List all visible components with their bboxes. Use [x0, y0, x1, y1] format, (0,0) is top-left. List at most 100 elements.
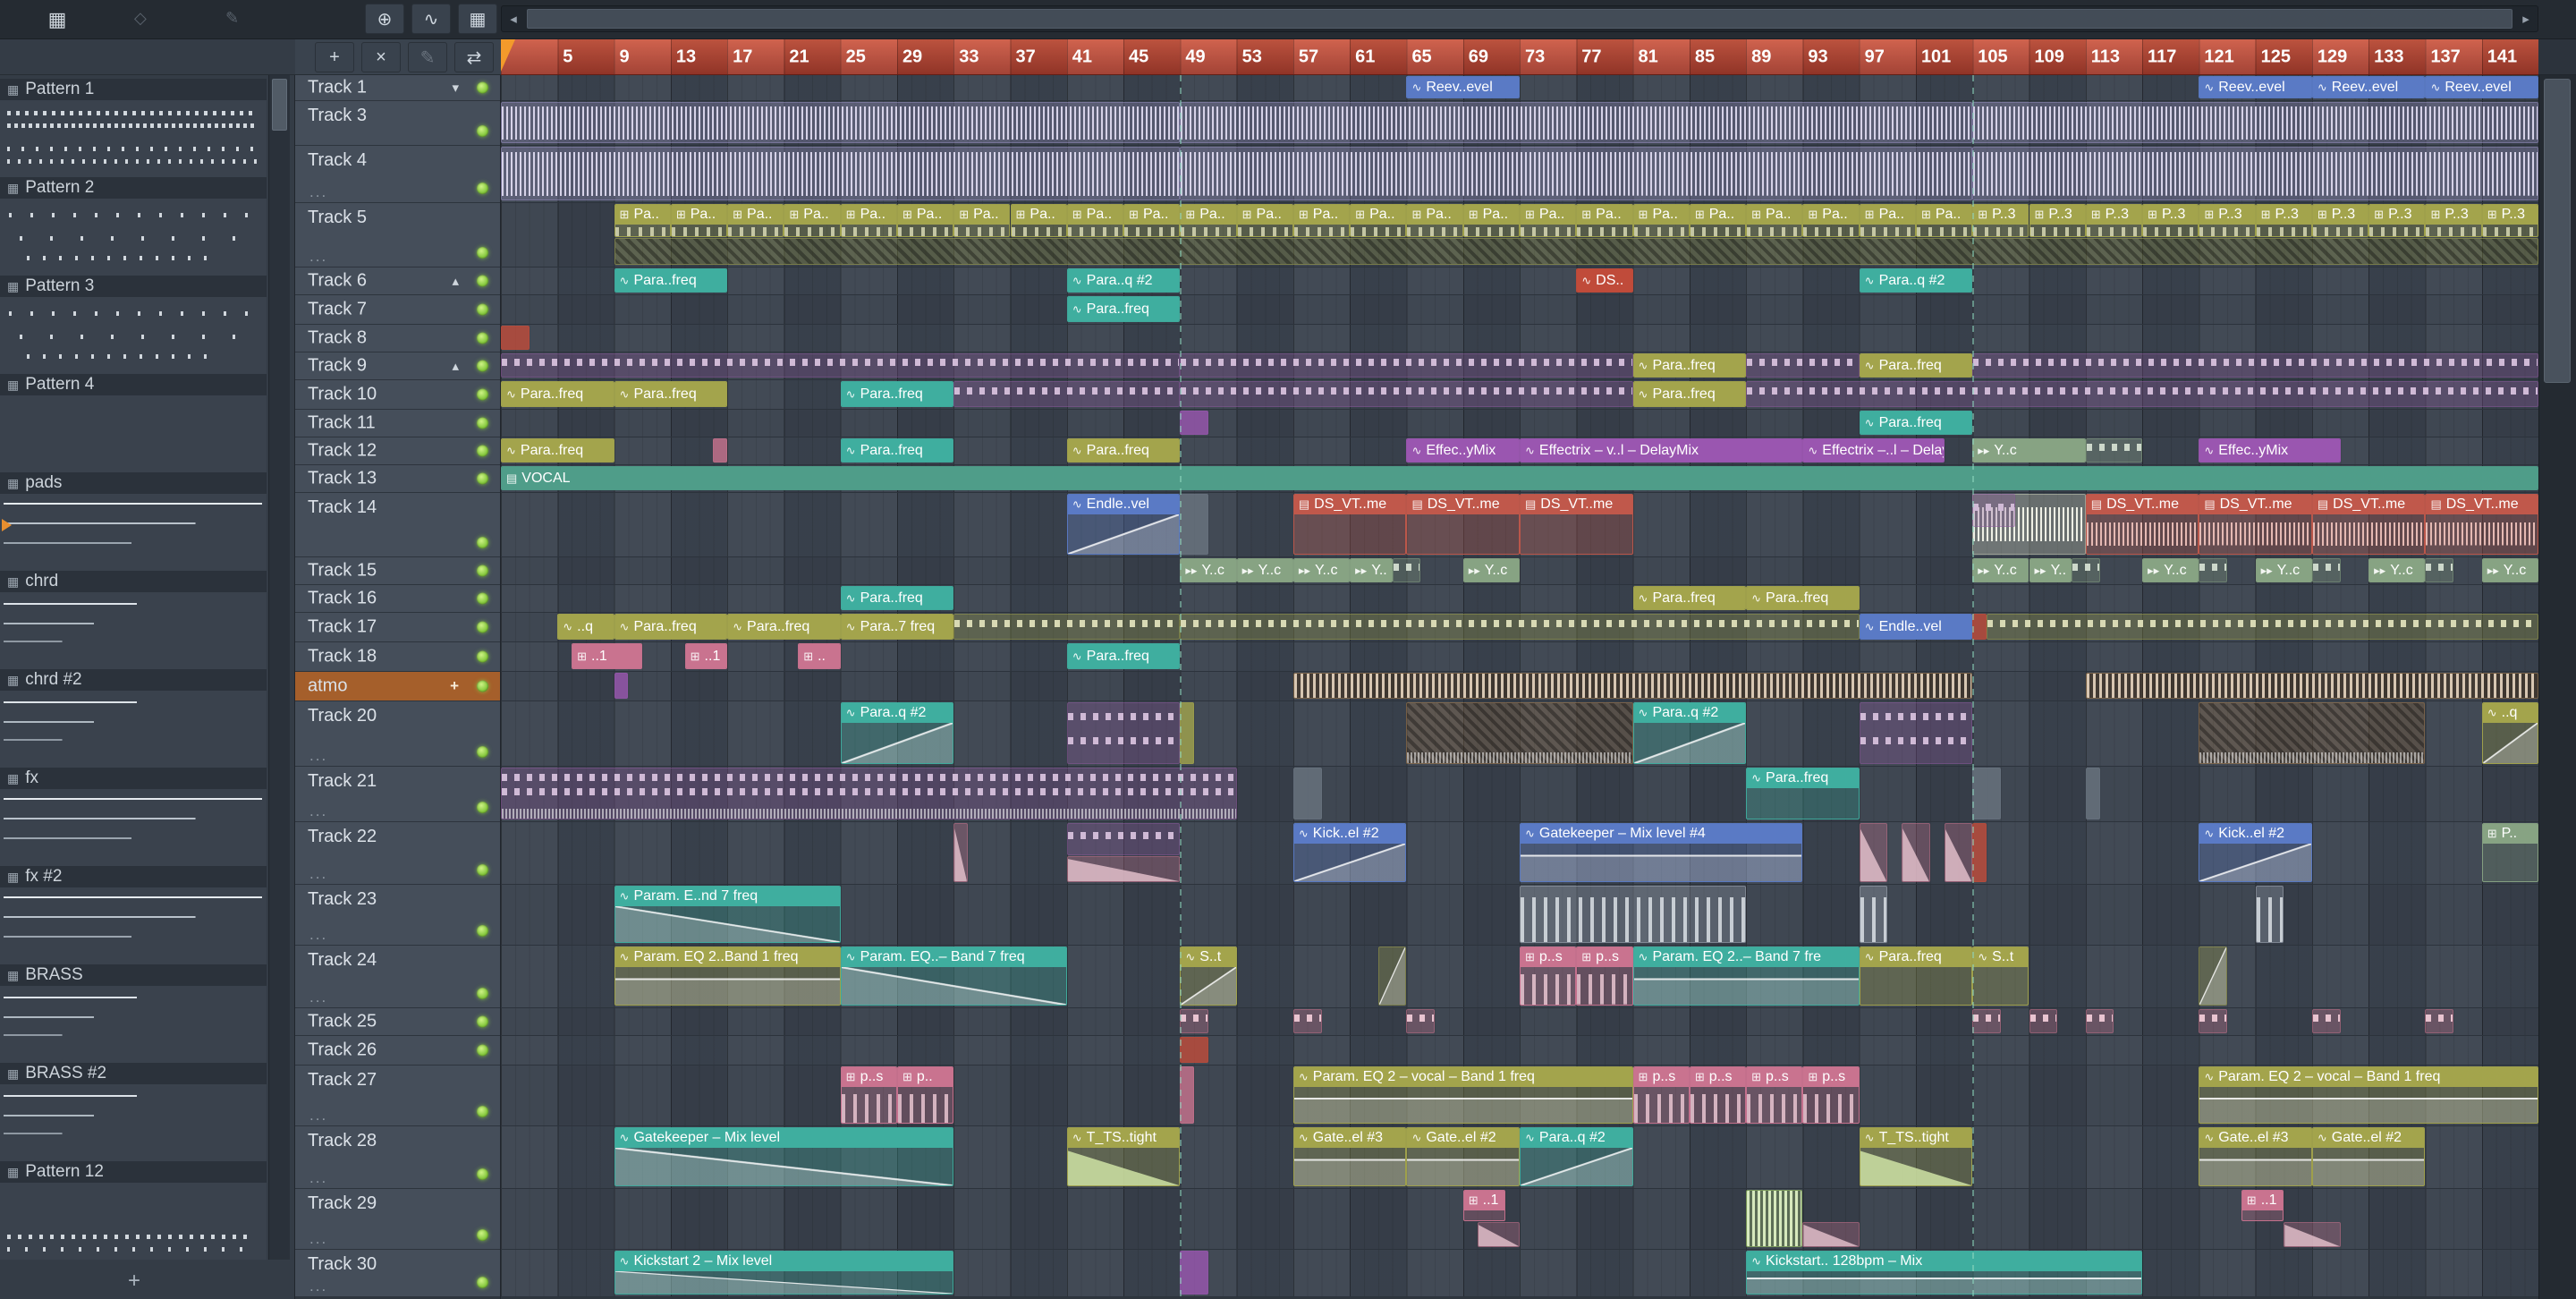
clip-p-3[interactable]: ⊞ P..3 [2255, 204, 2312, 238]
track-enable-led[interactable] [477, 247, 488, 259]
track-header-track-11[interactable]: Track 11 [295, 410, 500, 437]
clip-arrows[interactable] [1292, 1009, 1322, 1033]
clip-p-s[interactable]: ⊞ p..s [840, 1066, 897, 1124]
clip-pa[interactable]: ⊞ Pa.. [1462, 204, 1520, 238]
pencil-dim-icon[interactable]: ✎ [225, 9, 239, 28]
window-icon[interactable]: ▦ [38, 5, 77, 34]
clip-pa[interactable]: ⊞ Pa.. [1915, 204, 1973, 238]
track-enable-led[interactable] [477, 1015, 488, 1028]
clip-y[interactable]: ▸▸ Y.. [2029, 558, 2072, 582]
clip-para-freq[interactable]: ∿ Para..freq [501, 381, 614, 407]
clip-block[interactable] [1972, 823, 1987, 882]
clip-wavedense[interactable] [501, 102, 1181, 143]
clip-gate-el-3[interactable]: ∿ Gate..el #3 [1292, 1127, 1407, 1186]
clip-pa[interactable]: ⊞ Pa.. [1859, 204, 1916, 238]
track-header-atmo[interactable]: atmo + [295, 672, 500, 701]
clip-gate-el-2[interactable]: ∿ Gate..el #2 [2311, 1127, 2426, 1186]
lane-track-26[interactable] [501, 1036, 2538, 1066]
track-header-track-30[interactable]: Track 30... [295, 1250, 500, 1297]
clip-para-freq[interactable]: ∿ Para..freq [1632, 353, 1747, 378]
lane-track-12[interactable]: ∿ Para..freq ∿ Para..freq ∿ Para..freq ∿ Effec.… [501, 437, 2538, 465]
clip-arrows2[interactable] [1859, 702, 1973, 764]
clip-para-freq[interactable]: ∿ Para..freq [1859, 947, 1973, 1006]
clip-wavedense[interactable] [1972, 147, 2538, 200]
clip-arrows[interactable] [953, 614, 1181, 640]
track-enable-led[interactable] [477, 81, 488, 94]
clip-arrows[interactable] [1972, 494, 2015, 528]
clip-p-s[interactable]: ⊞ p..s [1746, 1066, 1803, 1124]
clip-wavedense[interactable] [1180, 102, 1973, 143]
swap-tool-button[interactable]: ⇄ [454, 42, 494, 72]
clip-para-freq[interactable]: ∿ Para..freq [840, 438, 954, 463]
clip-para-q-2[interactable]: ∿ Para..q #2 [1859, 268, 1973, 293]
track-header-track-17[interactable]: Track 17 [295, 613, 500, 642]
clip-p-s[interactable]: ⊞ p..s [1802, 1066, 1860, 1124]
track-enable-led[interactable] [477, 303, 488, 316]
track-header-track-8[interactable]: Track 8 [295, 325, 500, 352]
clip-param-eq-2-band-1-freq[interactable]: ∿ Param. EQ 2..Band 1 freq [614, 947, 841, 1006]
track-header-track-21[interactable]: Track 21... [295, 767, 500, 822]
clip-block[interactable] [1180, 1066, 1195, 1124]
track-header-track-15[interactable]: Track 15 [295, 557, 500, 585]
clip-effec-ymix[interactable]: ∿ Effec..yMix [2199, 438, 2341, 463]
clip-curveup[interactable] [1377, 947, 1407, 1006]
collapse-up-icon[interactable]: ▴ [452, 273, 459, 289]
clip-block[interactable] [1972, 768, 2001, 819]
track-header-track-26[interactable]: Track 26 [295, 1036, 500, 1066]
pattern-header[interactable]: ▦ chrd #2 [0, 669, 267, 691]
track-enable-led[interactable] [477, 183, 488, 194]
track-enable-led[interactable] [477, 925, 488, 937]
track-header-track-16[interactable]: Track 16 [295, 585, 500, 613]
clip-para-freq[interactable]: ∿ Para..freq [1632, 381, 1747, 407]
clip-p-s[interactable]: ⊞ p..s [1576, 947, 1633, 1006]
clip-para-freq[interactable]: ∿ Para..freq [1746, 768, 1860, 819]
track-header-track-14[interactable]: Track 14 [295, 493, 500, 557]
track-header-track-24[interactable]: Track 24... [295, 946, 500, 1008]
clip-1[interactable]: ⊞ ..1 [572, 643, 643, 669]
track-header-track-27[interactable]: Track 27... [295, 1066, 500, 1126]
collapse-down-icon[interactable]: ▾ [452, 80, 459, 96]
track-enable-led[interactable] [477, 332, 488, 344]
clip-gate-el-2[interactable]: ∿ Gate..el #2 [1406, 1127, 1520, 1186]
clip-fan[interactable] [953, 823, 969, 882]
track-header-track-25[interactable]: Track 25 [295, 1008, 500, 1036]
clip-y-c[interactable]: ▸▸ Y..c [1462, 558, 1520, 582]
clip-pa[interactable]: ⊞ Pa.. [1066, 204, 1124, 238]
playlist-grid[interactable]: ∿ Reev..evel ∿ Reev..evel ∿ Reev..evel ∿ Reev..… [501, 75, 2538, 1299]
clip-wavedense[interactable] [501, 147, 1181, 200]
clip-block[interactable] [614, 673, 629, 699]
clip-kickstart-128bpm-mix[interactable]: ∿ Kickstart.. 128bpm – Mix [1746, 1251, 2143, 1295]
clip-fan[interactable] [1066, 855, 1181, 882]
clip-para-freq[interactable]: ∿ Para..freq [1859, 353, 1973, 378]
clip-effectrix-l-delaymix[interactable]: ∿ Effectrix –..l – DelayMix [1802, 438, 1945, 463]
clip-pa[interactable]: ⊞ Pa.. [614, 204, 671, 238]
track-enable-led[interactable] [477, 746, 488, 758]
clip-para-freq[interactable]: ∿ Para..freq [1066, 438, 1181, 463]
clip-arrows[interactable] [2085, 1009, 2114, 1033]
clip-pa[interactable]: ⊞ Pa.. [1689, 204, 1747, 238]
track-enable-led[interactable] [477, 592, 488, 605]
track-sub-lane-dots[interactable]: ... [309, 1230, 327, 1248]
clip-param-eq-2-vocal-band-1-freq[interactable]: ∿ Param. EQ 2 – vocal – Band 1 freq [2199, 1066, 2538, 1124]
add-pattern-button[interactable]: + [107, 1269, 161, 1294]
clip-pa[interactable]: ⊞ Pa.. [1123, 204, 1181, 238]
clip-block[interactable] [1180, 411, 1208, 435]
scroll-left-icon[interactable]: ◂ [502, 6, 525, 31]
track-header-track-1[interactable]: Track 1 ▾ [295, 75, 500, 101]
clip-hatchticks[interactable] [1406, 702, 1633, 764]
track-enable-led[interactable] [477, 537, 488, 548]
track-enable-led[interactable] [477, 417, 488, 429]
clip-arrows[interactable] [2085, 438, 2143, 463]
clip-p-3[interactable]: ⊞ P..3 [2029, 204, 2086, 238]
track-enable-led[interactable] [477, 1168, 488, 1180]
clip-p-3[interactable]: ⊞ P..3 [2311, 204, 2369, 238]
clip-arrows[interactable] [2199, 1009, 2227, 1033]
lane-track-29[interactable]: ⊞ ..1 ⊞ ..1 [501, 1189, 2538, 1250]
lane-track-13[interactable]: ▤ VOCAL [501, 465, 2538, 493]
clip-pa[interactable]: ⊞ Pa.. [953, 204, 1011, 238]
clip-block[interactable] [1180, 702, 1195, 764]
clip-block[interactable] [1292, 768, 1322, 819]
pattern-header[interactable]: ▦ Pattern 4 [0, 374, 267, 395]
lane-track-11[interactable]: ∿ Para..freq [501, 410, 2538, 437]
clip-reev-evel[interactable]: ∿ Reev..evel [2425, 76, 2538, 98]
